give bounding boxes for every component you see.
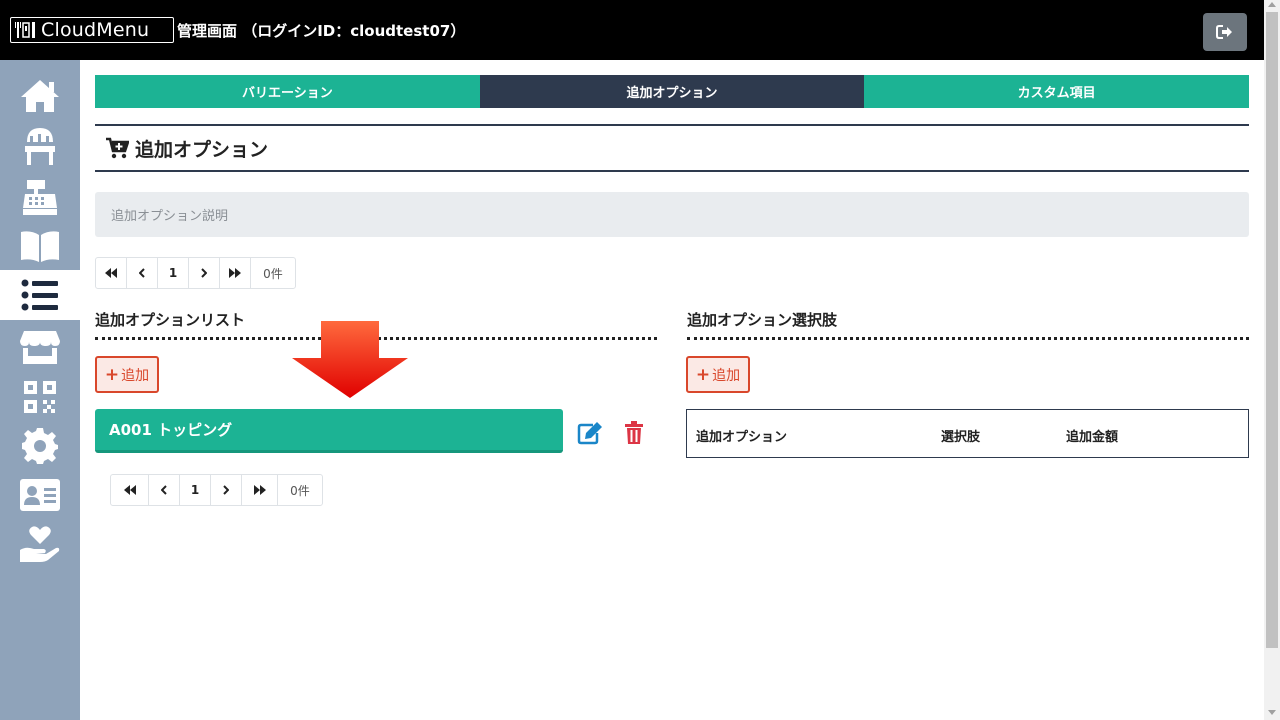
page-number[interactable]: 1 <box>158 258 189 288</box>
chevron-left-icon <box>161 485 167 495</box>
prev-page-button[interactable] <box>127 258 158 288</box>
column-header-price: 追加金額 <box>1066 430 1119 445</box>
logo-utensils-icon <box>11 18 41 42</box>
pagination-top: 1 0件 <box>95 257 296 289</box>
sidebar-item-home[interactable] <box>0 72 80 120</box>
record-count: 0件 <box>263 266 283 281</box>
description-field[interactable]: 追加オプション説明 <box>95 192 1249 237</box>
sidebar-item-register[interactable] <box>0 173 80 221</box>
option-list-item[interactable]: A001 トッピング <box>95 409 563 453</box>
double-chevron-left-icon <box>105 268 117 278</box>
annotation-arrow-down-icon <box>292 321 408 398</box>
option-tabs: バリエーション 追加オプション カスタム項目 <box>95 75 1250 108</box>
column-header-option: 追加オプション <box>696 430 788 445</box>
choices-table-header: 追加オプション 選択肢 追加金額 <box>686 409 1249 458</box>
id-card-icon <box>20 479 60 511</box>
list-icon <box>21 279 58 311</box>
cart-plus-icon <box>106 137 129 159</box>
sidebar-item-qrcode[interactable] <box>0 373 80 421</box>
logo-text: CloudMenu <box>41 19 150 41</box>
next-page-button[interactable] <box>189 258 220 288</box>
plus-icon: + <box>695 364 711 385</box>
qrcode-icon <box>24 381 56 413</box>
chair-icon <box>25 128 55 165</box>
first-page-button[interactable] <box>111 475 149 505</box>
page-number[interactable]: 1 <box>180 475 211 505</box>
page-title-bar: 追加オプション <box>95 124 1249 172</box>
scroll-up-icon[interactable] <box>1268 2 1276 7</box>
scroll-down-icon[interactable] <box>1268 710 1276 715</box>
last-page-button[interactable] <box>220 258 251 288</box>
home-icon <box>21 80 59 112</box>
double-chevron-left-icon <box>123 485 136 495</box>
sidebar-item-store[interactable] <box>0 323 80 371</box>
add-choice-button[interactable]: + 追加 <box>686 356 750 393</box>
sidebar <box>0 60 80 720</box>
record-count: 0件 <box>290 483 310 498</box>
next-page-button[interactable] <box>211 475 242 505</box>
sidebar-item-support[interactable] <box>0 520 80 568</box>
tab-additional-options[interactable]: 追加オプション <box>479 75 865 108</box>
edit-icon <box>577 422 602 445</box>
hand-heart-icon <box>20 526 60 562</box>
option-choices-title: 追加オプション選択肢 <box>687 311 838 329</box>
plus-icon: + <box>104 364 120 385</box>
pagination-bottom: 1 0件 <box>110 474 323 506</box>
tab-variation[interactable]: バリエーション <box>95 75 480 108</box>
delete-option-button[interactable] <box>620 419 648 447</box>
first-page-button[interactable] <box>96 258 127 288</box>
chevron-left-icon <box>139 268 145 278</box>
sidebar-item-menu-book[interactable] <box>0 222 80 270</box>
add-option-label: 追加 <box>121 367 150 384</box>
last-page-button[interactable] <box>242 475 278 505</box>
gear-icon <box>22 428 58 464</box>
trash-icon <box>625 421 643 444</box>
sidebar-item-settings[interactable] <box>0 422 80 470</box>
sidebar-item-profile[interactable] <box>0 471 80 519</box>
chevron-right-icon <box>223 485 229 495</box>
cloudmenu-logo[interactable]: CloudMenu <box>10 17 174 43</box>
option-choices-divider <box>687 337 1249 340</box>
vertical-scrollbar[interactable] <box>1264 0 1280 720</box>
prev-page-button[interactable] <box>149 475 180 505</box>
sidebar-item-seats[interactable] <box>0 122 80 170</box>
add-option-button[interactable]: + 追加 <box>95 356 159 393</box>
book-icon <box>21 231 59 262</box>
chevron-right-icon <box>201 268 207 278</box>
tab-custom-items[interactable]: カスタム項目 <box>864 75 1250 108</box>
double-chevron-right-icon <box>253 485 266 495</box>
option-list-title: 追加オプションリスト <box>95 311 246 329</box>
sign-out-icon <box>1216 25 1232 39</box>
top-header: CloudMenu 管理画面 （ログインID：cloudtest07） <box>0 0 1280 60</box>
store-icon <box>20 331 60 364</box>
scrollbar-thumb[interactable] <box>1266 12 1278 648</box>
double-chevron-right-icon <box>229 268 241 278</box>
column-header-choice: 選択肢 <box>941 430 981 445</box>
page-header-title: 管理画面 （ログインID：cloudtest07） <box>177 22 466 40</box>
cash-register-icon <box>23 180 57 215</box>
logout-button[interactable] <box>1203 13 1247 51</box>
sidebar-item-options[interactable] <box>0 270 80 320</box>
edit-option-button[interactable] <box>576 419 604 447</box>
add-choice-label: 追加 <box>712 367 741 384</box>
page-title: 追加オプション <box>135 138 269 161</box>
